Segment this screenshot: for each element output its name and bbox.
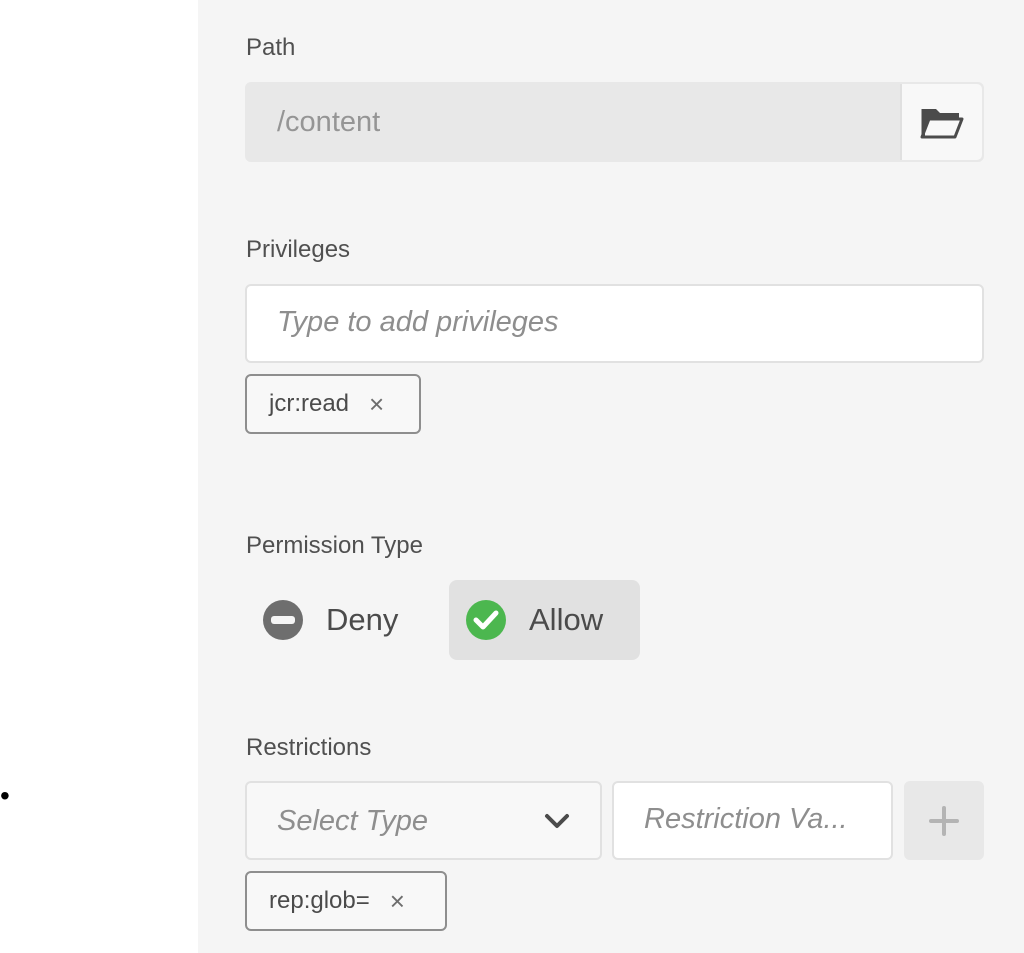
plus-icon — [929, 805, 959, 836]
minus-circle-icon — [263, 600, 303, 640]
path-value[interactable]: /content — [277, 106, 380, 139]
select-type-placeholder: Select Type — [277, 805, 428, 837]
privileges-label: Privileges — [246, 236, 351, 263]
bullet-marker: • — [0, 780, 10, 811]
allow-option[interactable]: Allow — [449, 580, 640, 660]
privileges-input[interactable]: Type to add privileges — [245, 284, 984, 363]
path-field[interactable]: /content — [245, 82, 984, 162]
deny-option[interactable]: Deny — [246, 580, 436, 660]
checkmark-circle-icon — [466, 600, 506, 640]
remove-tag-icon[interactable]: × — [369, 389, 384, 420]
folder-open-icon — [920, 109, 964, 139]
allow-label: Allow — [529, 602, 604, 637]
privileges-placeholder: Type to add privileges — [277, 306, 559, 338]
privilege-tag: jcr:read × — [245, 374, 421, 434]
deny-label: Deny — [326, 602, 399, 637]
privilege-tag-label: jcr:read — [269, 390, 350, 417]
remove-tag-icon[interactable]: × — [390, 886, 405, 917]
permission-type-label: Permission Type — [246, 532, 423, 559]
add-restriction-button[interactable] — [904, 781, 984, 860]
restriction-tag-label: rep:glob= — [269, 887, 370, 914]
restriction-value-placeholder: Restriction Va... — [644, 803, 848, 835]
restriction-type-select[interactable]: Select Type — [245, 781, 602, 860]
browse-path-button[interactable] — [900, 84, 982, 160]
restriction-value-input[interactable]: Restriction Va... — [612, 781, 893, 860]
path-label: Path — [246, 34, 296, 61]
restrictions-label: Restrictions — [246, 734, 372, 761]
chevron-down-icon — [545, 814, 569, 828]
restriction-tag: rep:glob= × — [245, 871, 447, 931]
